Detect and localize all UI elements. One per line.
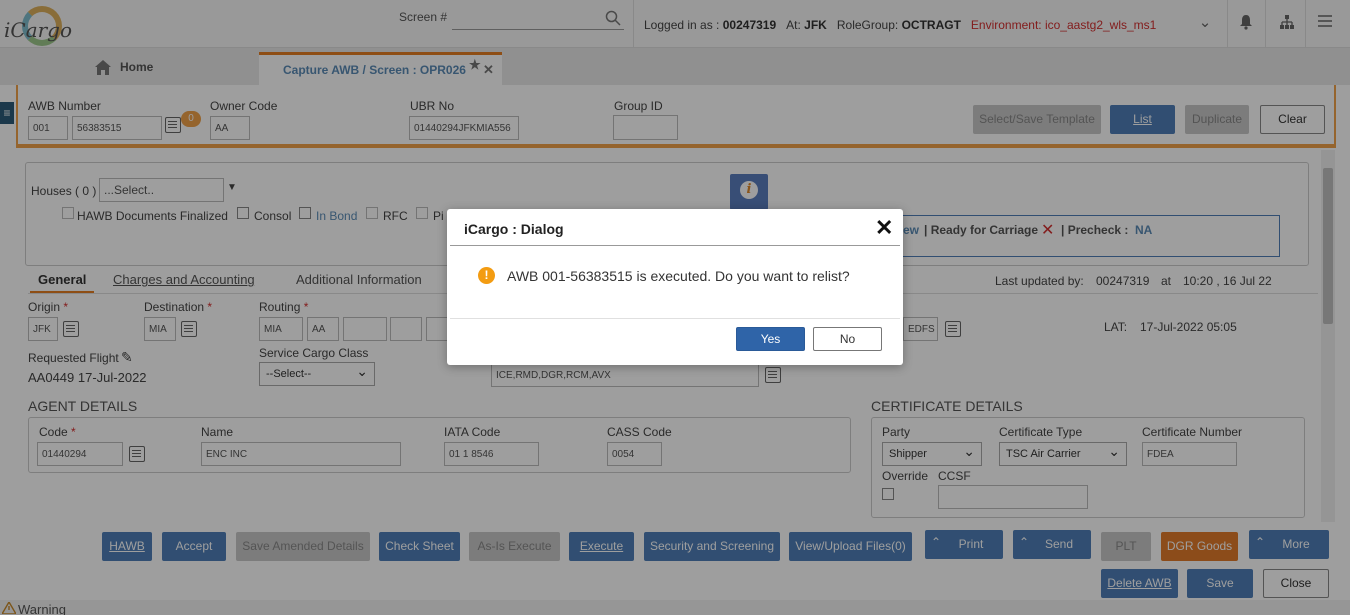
close-icon[interactable]: ✕: [875, 217, 893, 239]
warning-icon: !: [478, 267, 495, 284]
yes-button[interactable]: Yes: [736, 327, 805, 351]
relist-dialog: iCargo : Dialog ✕ ! AWB 001-56383515 is …: [447, 209, 903, 365]
dialog-divider: [450, 245, 900, 246]
no-button[interactable]: No: [813, 327, 882, 351]
dialog-footer-divider: [450, 318, 900, 319]
dialog-title: iCargo : Dialog: [464, 221, 564, 237]
dialog-message: AWB 001-56383515 is executed. Do you wan…: [507, 268, 850, 284]
